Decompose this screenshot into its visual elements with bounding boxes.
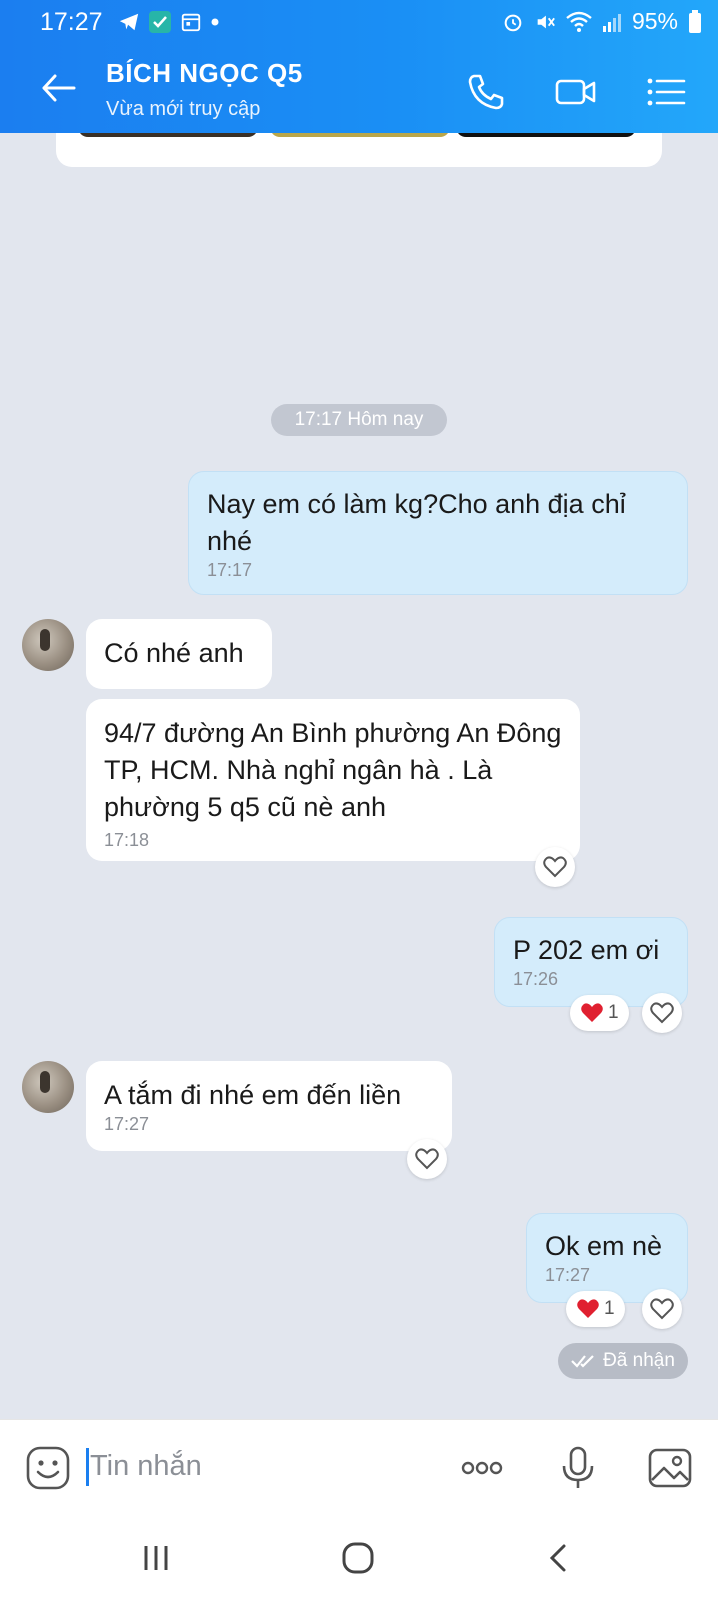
media-thumbnail[interactable] bbox=[270, 133, 450, 137]
contact-status: Vừa mới truy cập bbox=[106, 98, 261, 120]
message-bubble-incoming[interactable]: Có nhé anh bbox=[86, 619, 272, 689]
message-input[interactable]: Tin nhắn bbox=[90, 1450, 202, 1483]
heart-outline-icon bbox=[650, 1298, 674, 1320]
message-text: A tắm đi nhé em đến liền bbox=[104, 1080, 402, 1110]
avatar[interactable] bbox=[22, 619, 74, 671]
media-thumbnail[interactable] bbox=[456, 133, 636, 137]
delivery-status-label: Đã nhận bbox=[603, 1350, 675, 1371]
react-heart-button[interactable] bbox=[642, 1289, 682, 1329]
mic-icon[interactable] bbox=[554, 1444, 602, 1492]
react-heart-button[interactable] bbox=[407, 1139, 447, 1179]
home-icon[interactable] bbox=[338, 1538, 378, 1578]
media-gallery-card[interactable] bbox=[56, 133, 662, 167]
heart-icon bbox=[581, 1003, 603, 1022]
system-navigation-bar bbox=[0, 1514, 718, 1600]
contact-name[interactable]: BÍCH NGỌC Q5 bbox=[106, 58, 303, 89]
message-text: 94/7 đường An Bình phường An Đông TP, HC… bbox=[104, 718, 562, 822]
message-time: 17:26 bbox=[513, 969, 559, 989]
video-icon[interactable] bbox=[554, 70, 598, 114]
heart-outline-icon bbox=[543, 856, 567, 878]
heart-icon bbox=[577, 1299, 599, 1318]
reaction-count: 1 bbox=[608, 1002, 619, 1023]
text-cursor bbox=[86, 1448, 89, 1486]
react-heart-button[interactable] bbox=[642, 993, 682, 1033]
react-heart-button[interactable] bbox=[535, 847, 575, 887]
calendar-icon bbox=[181, 13, 201, 32]
wifi-icon bbox=[566, 11, 592, 32]
message-bubble-outgoing[interactable]: Nay em có làm kg?Cho anh địa chỉ nhé 17:… bbox=[188, 471, 688, 595]
telegram-icon bbox=[119, 13, 139, 31]
header-row: BÍCH NGỌC Q5 Vừa mới truy cập bbox=[0, 52, 718, 132]
status-time: 17:27 bbox=[40, 8, 103, 36]
back-nav-icon[interactable] bbox=[538, 1538, 578, 1578]
emoji-icon[interactable] bbox=[24, 1444, 72, 1492]
chat-area[interactable]: 17:17 Hôm nay Nay em có làm kg?Cho anh đ… bbox=[0, 133, 718, 1419]
chat-header: 17:27 95% BÍCH NGỌC Q5 Vừa mới truy cập bbox=[0, 0, 718, 133]
status-bar: 17:27 95% bbox=[0, 0, 718, 44]
back-arrow-icon[interactable] bbox=[36, 66, 80, 110]
check-app-icon bbox=[149, 11, 171, 33]
message-text: Nay em có làm kg?Cho anh địa chỉ nhé bbox=[207, 489, 626, 556]
heart-outline-icon bbox=[650, 1002, 674, 1024]
more-icon[interactable] bbox=[458, 1444, 506, 1492]
date-chip: 17:17 Hôm nay bbox=[271, 404, 447, 436]
mute-icon bbox=[537, 15, 555, 28]
message-input-bar: Tin nhắn bbox=[0, 1419, 718, 1514]
alarm-icon bbox=[504, 14, 522, 31]
battery-icon bbox=[689, 9, 701, 33]
media-thumbnail[interactable] bbox=[78, 133, 258, 137]
message-time: 17:18 bbox=[104, 830, 150, 850]
signal-icon bbox=[602, 13, 621, 32]
message-text: P 202 em ơi bbox=[513, 935, 660, 965]
reaction-count: 1 bbox=[604, 1298, 615, 1319]
message-text: Có nhé anh bbox=[104, 638, 244, 668]
delivery-status-chip: Đã nhận bbox=[558, 1343, 688, 1379]
message-time: 17:17 bbox=[207, 560, 253, 580]
message-bubble-incoming[interactable]: A tắm đi nhé em đến liền 17:27 bbox=[86, 1061, 452, 1151]
double-check-icon bbox=[571, 1355, 594, 1368]
message-bubble-incoming[interactable]: 94/7 đường An Bình phường An Đông TP, HC… bbox=[86, 699, 580, 861]
image-icon[interactable] bbox=[646, 1444, 694, 1492]
reaction-chip[interactable]: 1 bbox=[570, 995, 629, 1031]
list-menu-icon[interactable] bbox=[644, 70, 688, 114]
message-text: Ok em nè bbox=[545, 1231, 663, 1261]
message-time: 17:27 bbox=[104, 1114, 150, 1134]
notification-icons bbox=[118, 10, 220, 34]
phone-icon[interactable] bbox=[464, 70, 508, 114]
battery-percent: 95% bbox=[631, 8, 678, 34]
heart-outline-icon bbox=[415, 1148, 439, 1170]
system-icons: 95% bbox=[502, 8, 702, 35]
avatar[interactable] bbox=[22, 1061, 74, 1113]
reaction-chip[interactable]: 1 bbox=[566, 1291, 625, 1327]
dot-icon bbox=[211, 18, 219, 26]
recent-apps-icon[interactable] bbox=[136, 1538, 176, 1578]
message-time: 17:27 bbox=[545, 1265, 591, 1285]
